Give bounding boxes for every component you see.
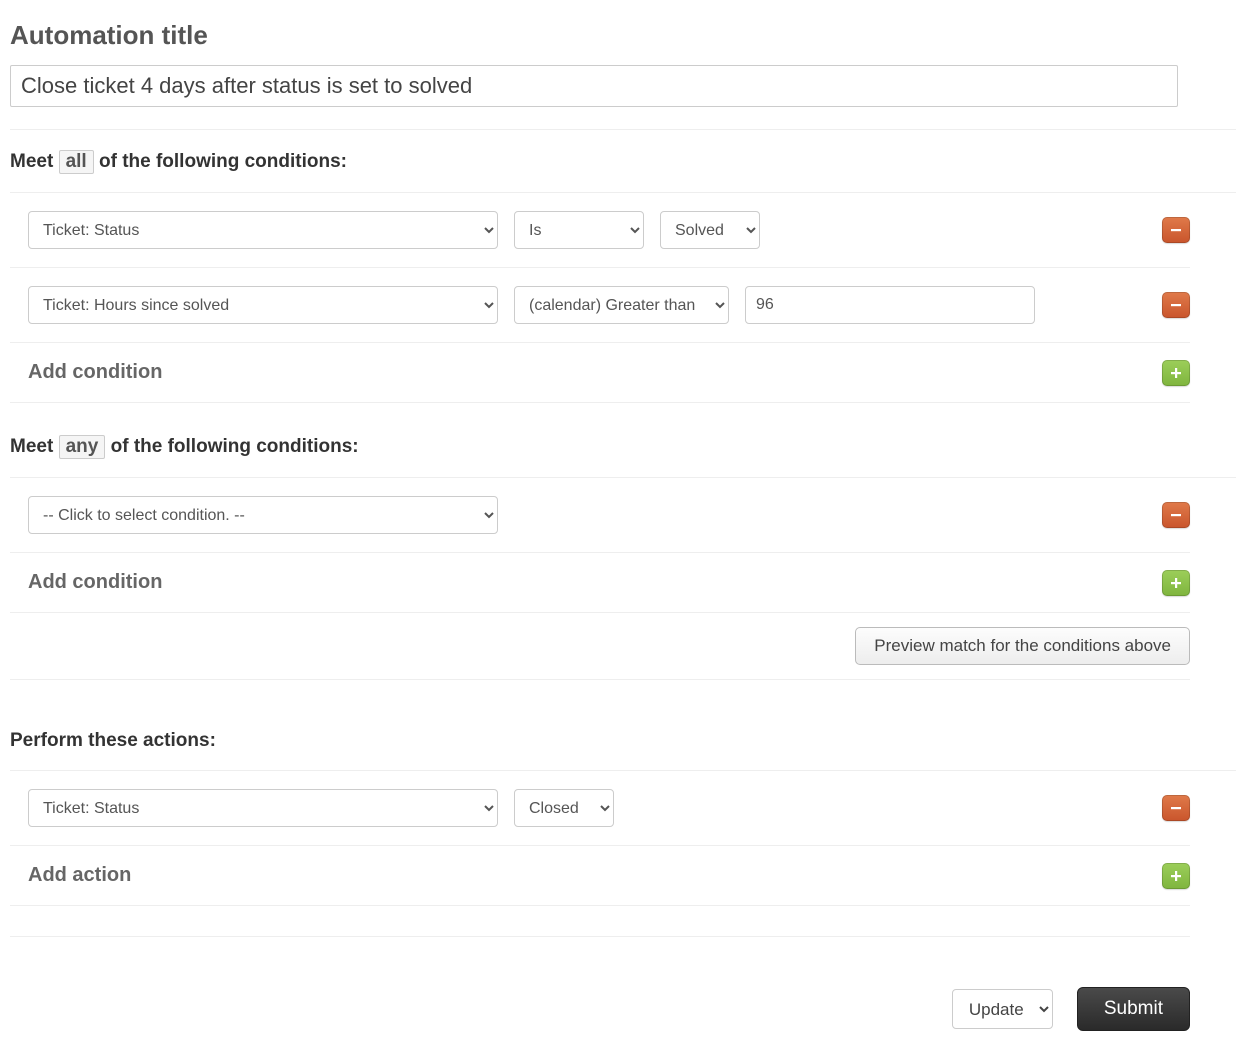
qualifier-all: all — [59, 150, 94, 174]
add-condition-button[interactable] — [1162, 570, 1190, 596]
condition-field-select[interactable]: Ticket: Hours since solved — [28, 286, 498, 324]
condition-field-select[interactable]: -- Click to select condition. -- — [28, 496, 498, 534]
add-condition-label: Add condition — [28, 571, 162, 594]
preview-match-button[interactable]: Preview match for the conditions above — [855, 627, 1190, 665]
add-condition-row[interactable]: Add condition — [10, 343, 1190, 403]
actions-header: Perform these actions: — [10, 710, 1236, 771]
condition-row: -- Click to select condition. -- — [10, 478, 1190, 553]
add-condition-row[interactable]: Add condition — [10, 553, 1190, 613]
all-conditions-header: Meet all of the following conditions: — [10, 130, 1236, 193]
action-value-select[interactable]: Closed — [514, 789, 614, 827]
remove-condition-button[interactable] — [1162, 292, 1190, 318]
remove-action-button[interactable] — [1162, 795, 1190, 821]
remove-condition-button[interactable] — [1162, 502, 1190, 528]
plus-icon — [1169, 366, 1183, 380]
add-action-button[interactable] — [1162, 863, 1190, 889]
condition-operator-select[interactable]: Is — [514, 211, 644, 249]
minus-icon — [1169, 223, 1183, 237]
minus-icon — [1169, 508, 1183, 522]
condition-field-select[interactable]: Ticket: Status — [28, 211, 498, 249]
add-action-row[interactable]: Add action — [10, 846, 1190, 906]
condition-value-select[interactable]: Solved — [660, 211, 760, 249]
minus-icon — [1169, 298, 1183, 312]
add-action-label: Add action — [28, 864, 131, 887]
condition-row: Ticket: Hours since solved (calendar) Gr… — [10, 268, 1190, 343]
action-field-select[interactable]: Ticket: Status — [28, 789, 498, 827]
plus-icon — [1169, 576, 1183, 590]
add-condition-label: Add condition — [28, 361, 162, 384]
condition-row: Ticket: Status Is Solved — [10, 193, 1190, 268]
minus-icon — [1169, 801, 1183, 815]
submit-button[interactable]: Submit — [1077, 987, 1190, 1031]
plus-icon — [1169, 869, 1183, 883]
page-title: Automation title — [10, 20, 1236, 51]
condition-value-input[interactable] — [745, 286, 1035, 324]
action-row: Ticket: Status Closed — [10, 771, 1190, 846]
automation-title-input[interactable] — [10, 65, 1178, 107]
add-condition-button[interactable] — [1162, 360, 1190, 386]
save-mode-select[interactable]: Update — [952, 989, 1053, 1029]
condition-operator-select[interactable]: (calendar) Greater than — [514, 286, 729, 324]
remove-condition-button[interactable] — [1162, 217, 1190, 243]
any-conditions-header: Meet any of the following conditions: — [10, 415, 1236, 478]
qualifier-any: any — [59, 435, 106, 459]
